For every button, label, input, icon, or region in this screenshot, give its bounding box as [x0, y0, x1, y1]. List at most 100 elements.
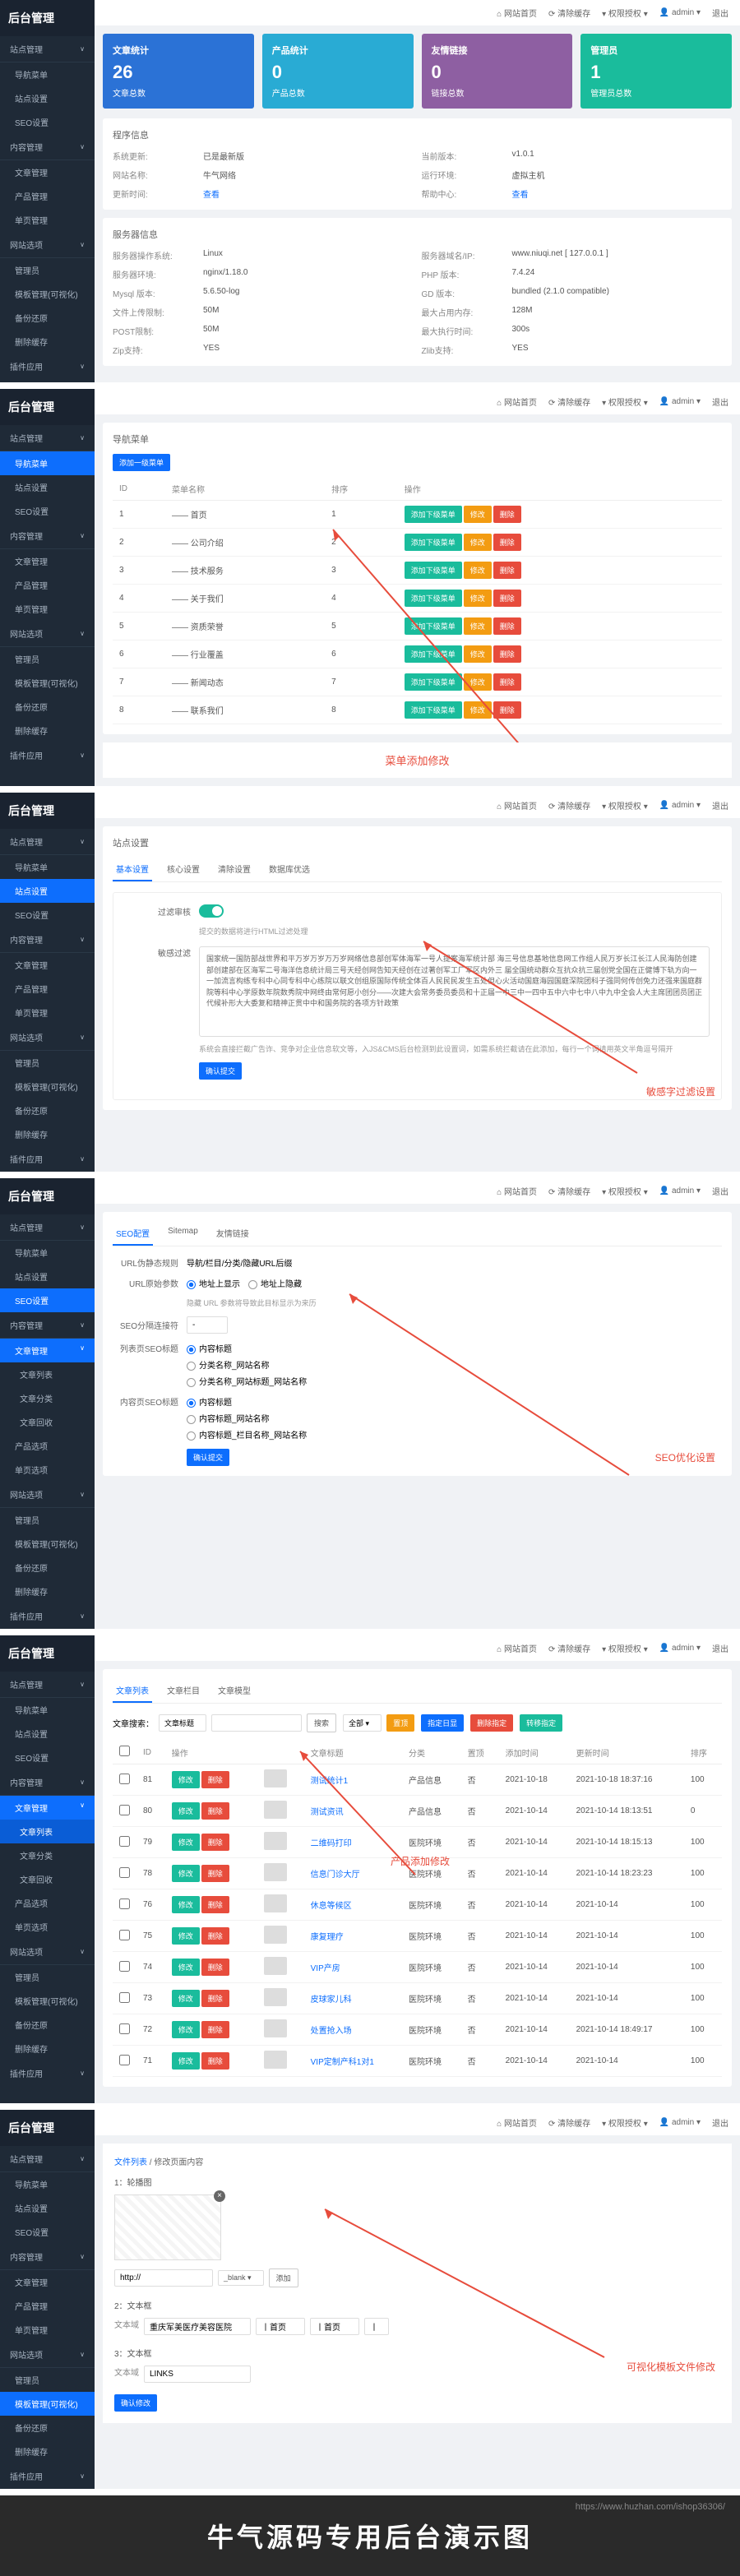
edit-button[interactable]: 修改: [464, 673, 492, 691]
row-checkbox[interactable]: [119, 2055, 130, 2065]
search-type-select[interactable]: 文章标题: [159, 1714, 206, 1732]
delete-button[interactable]: 删除: [493, 617, 521, 635]
delete-button[interactable]: 删除: [493, 590, 521, 607]
sidebar-backup[interactable]: 备份还原: [0, 306, 95, 330]
sidebar-group-plugin[interactable]: 插件应用∨: [0, 354, 95, 379]
tab-sitemap[interactable]: Sitemap: [164, 1222, 201, 1246]
sidebar-nav[interactable]: 导航菜单: [0, 451, 95, 475]
submit-button[interactable]: 确认提交: [187, 1449, 229, 1466]
sidebar-group-options[interactable]: 网站选项∨: [0, 232, 95, 258]
edit-button[interactable]: 修改: [172, 1896, 200, 1913]
edit-button[interactable]: 修改: [172, 1865, 200, 1882]
add-sub-button[interactable]: 添加下级菜单: [405, 534, 462, 551]
add-sub-button[interactable]: 添加下级菜单: [405, 590, 462, 607]
delete-button[interactable]: 删除: [201, 1927, 229, 1945]
add-button[interactable]: 添加: [269, 2268, 298, 2287]
search-input[interactable]: [211, 1714, 302, 1732]
add-sub-button[interactable]: 添加下级菜单: [405, 562, 462, 579]
delete-button[interactable]: 删除: [201, 1896, 229, 1913]
delete-button[interactable]: 删除: [201, 2021, 229, 2038]
delete-button[interactable]: 删除: [493, 534, 521, 551]
display-button[interactable]: 指定日显: [421, 1714, 464, 1732]
edit-button[interactable]: 修改: [172, 1802, 200, 1820]
tab-db[interactable]: 数据库优选: [266, 858, 313, 881]
add-menu-button[interactable]: 添加一级菜单: [113, 454, 170, 471]
edit-button[interactable]: 修改: [172, 1771, 200, 1788]
edit-button[interactable]: 修改: [464, 590, 492, 607]
edit-button[interactable]: 修改: [172, 2021, 200, 2038]
sidebar-group-site[interactable]: 站点管理∨: [0, 36, 95, 62]
sidebar-settings[interactable]: 站点设置: [0, 879, 95, 903]
sidebar-article[interactable]: 文章管理: [0, 160, 95, 184]
edit-button[interactable]: 修改: [172, 1959, 200, 1976]
edit-button[interactable]: 修改: [172, 1927, 200, 1945]
delete-button[interactable]: 删除: [201, 1865, 229, 1882]
delete-button[interactable]: 删除: [201, 1959, 229, 1976]
delete-button[interactable]: 删除: [493, 701, 521, 719]
radio-hide[interactable]: 地址上隐藏: [248, 1277, 302, 1289]
delete-button[interactable]: 删除: [493, 506, 521, 523]
sidebar-nav[interactable]: 导航菜单: [0, 62, 95, 86]
sidebar-group-content[interactable]: 内容管理∨: [0, 134, 95, 160]
filter-textarea[interactable]: 国家统一国防部战世界和平万岁万岁万万岁网络信息部创军体海军一号人提案海军统计部 …: [199, 946, 710, 1037]
check-all[interactable]: [119, 1746, 130, 1756]
row-checkbox[interactable]: [119, 1898, 130, 1909]
sidebar-admin[interactable]: 管理员: [0, 258, 95, 282]
filter-toggle[interactable]: [199, 904, 224, 918]
edit-button[interactable]: 修改: [464, 701, 492, 719]
edit-button[interactable]: 修改: [464, 562, 492, 579]
submit-button[interactable]: 确认修改: [114, 2394, 157, 2412]
sidebar-delcache[interactable]: 删除缓存: [0, 330, 95, 354]
edit-button[interactable]: 修改: [172, 1834, 200, 1851]
top-button[interactable]: 置顶: [386, 1714, 414, 1732]
tab-clear[interactable]: 清除设置: [215, 858, 254, 881]
row-checkbox[interactable]: [119, 1836, 130, 1847]
row-checkbox[interactable]: [119, 1805, 130, 1815]
topbar-perm[interactable]: ▾ 权限授权 ▾: [602, 7, 648, 19]
separator-input[interactable]: [187, 1316, 228, 1334]
row-checkbox[interactable]: [119, 2023, 130, 2034]
topbar-user[interactable]: 👤 admin ▾: [659, 8, 701, 17]
sidebar-seo[interactable]: SEO设置: [0, 110, 95, 134]
sidebar-article-mgmt[interactable]: 文章管理∨: [0, 1339, 95, 1362]
target-select[interactable]: _blank ▾: [218, 2270, 264, 2286]
tab-article-model[interactable]: 文章模型: [215, 1679, 254, 1703]
url-input[interactable]: [114, 2269, 213, 2287]
topbar-home[interactable]: ⌂ 网站首页: [497, 7, 537, 19]
row-checkbox[interactable]: [119, 1930, 130, 1940]
sidebar-article-list[interactable]: 文章列表: [0, 1820, 95, 1843]
radio-show[interactable]: 地址上显示: [187, 1277, 240, 1289]
topbar-cache[interactable]: ⟳ 清除缓存: [548, 7, 590, 19]
add-sub-button[interactable]: 添加下级菜单: [405, 645, 462, 663]
add-sub-button[interactable]: 添加下级菜单: [405, 617, 462, 635]
row-checkbox[interactable]: [119, 1774, 130, 1784]
edit-button[interactable]: 修改: [464, 645, 492, 663]
add-sub-button[interactable]: 添加下级菜单: [405, 701, 462, 719]
delete-button[interactable]: 删除: [493, 562, 521, 579]
image-preview[interactable]: [114, 2194, 221, 2260]
row-checkbox[interactable]: [119, 1961, 130, 1972]
delete-button[interactable]: 删除: [201, 1990, 229, 2007]
sidebar-page[interactable]: 单页管理: [0, 208, 95, 232]
row-checkbox[interactable]: [119, 1867, 130, 1878]
delete-button[interactable]: 删除: [493, 645, 521, 663]
filter-select[interactable]: 全部 ▾: [343, 1714, 382, 1732]
tab-basic[interactable]: 基本设置: [113, 858, 152, 881]
tab-links[interactable]: 友情链接: [213, 1222, 252, 1246]
delete-button[interactable]: 删除指定: [470, 1714, 513, 1732]
delete-button[interactable]: 删除: [201, 1802, 229, 1820]
submit-button[interactable]: 确认提交: [199, 1062, 242, 1080]
sidebar-tpl[interactable]: 模板管理(可视化): [0, 282, 95, 306]
topbar-logout[interactable]: 退出: [712, 7, 728, 19]
delete-button[interactable]: 删除: [493, 673, 521, 691]
tab-seo-config[interactable]: SEO配置: [113, 1222, 153, 1246]
sidebar-tpl[interactable]: 模板管理(可视化): [0, 2392, 95, 2416]
sidebar-product[interactable]: 产品管理: [0, 184, 95, 208]
add-sub-button[interactable]: 添加下级菜单: [405, 673, 462, 691]
sidebar-seo[interactable]: SEO设置: [0, 1288, 95, 1312]
tab-article-cat[interactable]: 文章栏目: [164, 1679, 203, 1703]
tab-core[interactable]: 核心设置: [164, 858, 203, 881]
row-checkbox[interactable]: [119, 1992, 130, 2003]
delete-button[interactable]: 删除: [201, 1834, 229, 1851]
edit-button[interactable]: 修改: [464, 617, 492, 635]
